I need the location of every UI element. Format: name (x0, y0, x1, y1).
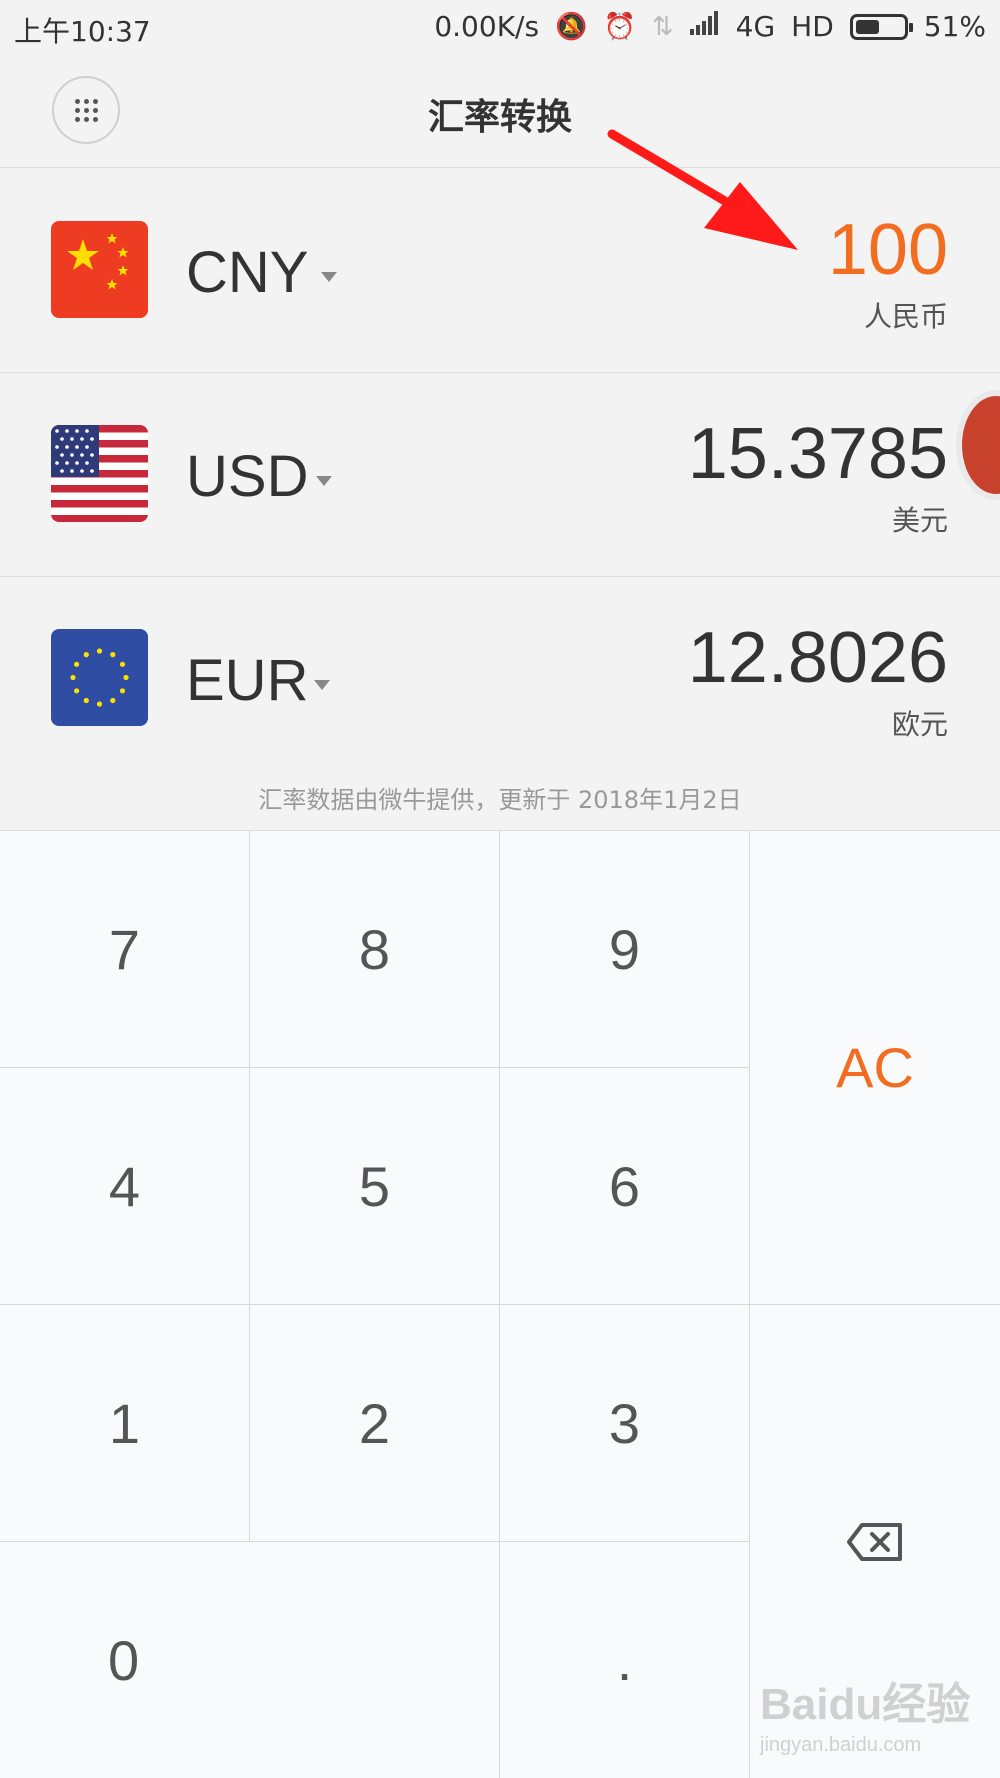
key-3[interactable]: 3 (500, 1305, 750, 1542)
page-title: 汇率转换 (427, 97, 572, 138)
currency-code[interactable]: CNY (186, 239, 308, 306)
signal-icon (689, 11, 720, 42)
key-8[interactable]: 8 (250, 831, 500, 1068)
currency-amount[interactable]: 15.3785 (688, 413, 948, 495)
key-1[interactable]: 1 (0, 1305, 250, 1542)
usa-flag-icon (51, 425, 148, 522)
key-decimal[interactable]: . (500, 1542, 750, 1778)
key-7[interactable]: 7 (0, 831, 250, 1068)
currency-name: 美元 (891, 504, 948, 537)
annotation-arrow-icon (607, 129, 798, 250)
key-5[interactable]: 5 (250, 1068, 500, 1305)
watermark-text: Baidu经验 (760, 1680, 971, 1729)
key-0[interactable]: 0 (0, 1542, 500, 1778)
currency-row-usd[interactable]: USD 15.3785 美元 (0, 373, 1000, 577)
watermark-url: jingyan.baidu.com (760, 1734, 922, 1756)
battery-icon (849, 13, 913, 40)
dropdown-caret-icon[interactable] (314, 680, 330, 690)
currency-code[interactable]: USD (186, 443, 308, 510)
alarm-icon: ⏰ (603, 11, 636, 42)
network-speed: 0.00K/s (434, 10, 540, 43)
clear-button[interactable]: AC (750, 831, 1000, 1305)
currency-name: 人民币 (863, 300, 948, 333)
status-time: 上午10:37 (14, 15, 151, 48)
key-4[interactable]: 4 (0, 1068, 250, 1305)
key-6[interactable]: 6 (500, 1068, 750, 1305)
eu-flag-icon (51, 629, 148, 726)
rate-source-note: 汇率数据由微牛提供，更新于 2018年1月2日 (258, 786, 742, 814)
backspace-icon (847, 1523, 902, 1561)
hd-indicator: HD (791, 10, 834, 43)
dropdown-caret-icon[interactable] (321, 272, 337, 282)
app-header: 汇率转换 (0, 56, 1000, 168)
status-bar: 上午10:37 0.00K/s 🔕 ⏰ ⇅ 4G HD 51% (0, 0, 1000, 56)
network-type: 4G (735, 10, 776, 43)
currency-amount[interactable]: 12.8026 (688, 617, 948, 699)
data-transfer-icon: ⇅ (651, 11, 674, 42)
currency-name: 欧元 (891, 708, 948, 741)
currency-row-cny[interactable]: CNY 100 人民币 (0, 169, 1000, 373)
key-9[interactable]: 9 (500, 831, 750, 1068)
keypad: 7 8 9 AC 4 5 6 1 2 3 0 . (0, 830, 1000, 1778)
mute-icon: 🔕 (555, 11, 588, 42)
key-2[interactable]: 2 (250, 1305, 500, 1542)
dropdown-caret-icon[interactable] (316, 476, 332, 486)
china-flag-icon (51, 221, 148, 318)
baidu-watermark: Baidu经验 jingyan.baidu.com (760, 1668, 970, 1757)
currency-code[interactable]: EUR (186, 647, 308, 714)
currency-row-eur[interactable]: EUR 12.8026 欧元 (0, 577, 1000, 757)
currency-amount[interactable]: 100 (828, 209, 948, 291)
battery-percent: 51% (923, 10, 986, 43)
status-right: 0.00K/s 🔕 ⏰ ⇅ 4G HD 51% (434, 10, 986, 43)
